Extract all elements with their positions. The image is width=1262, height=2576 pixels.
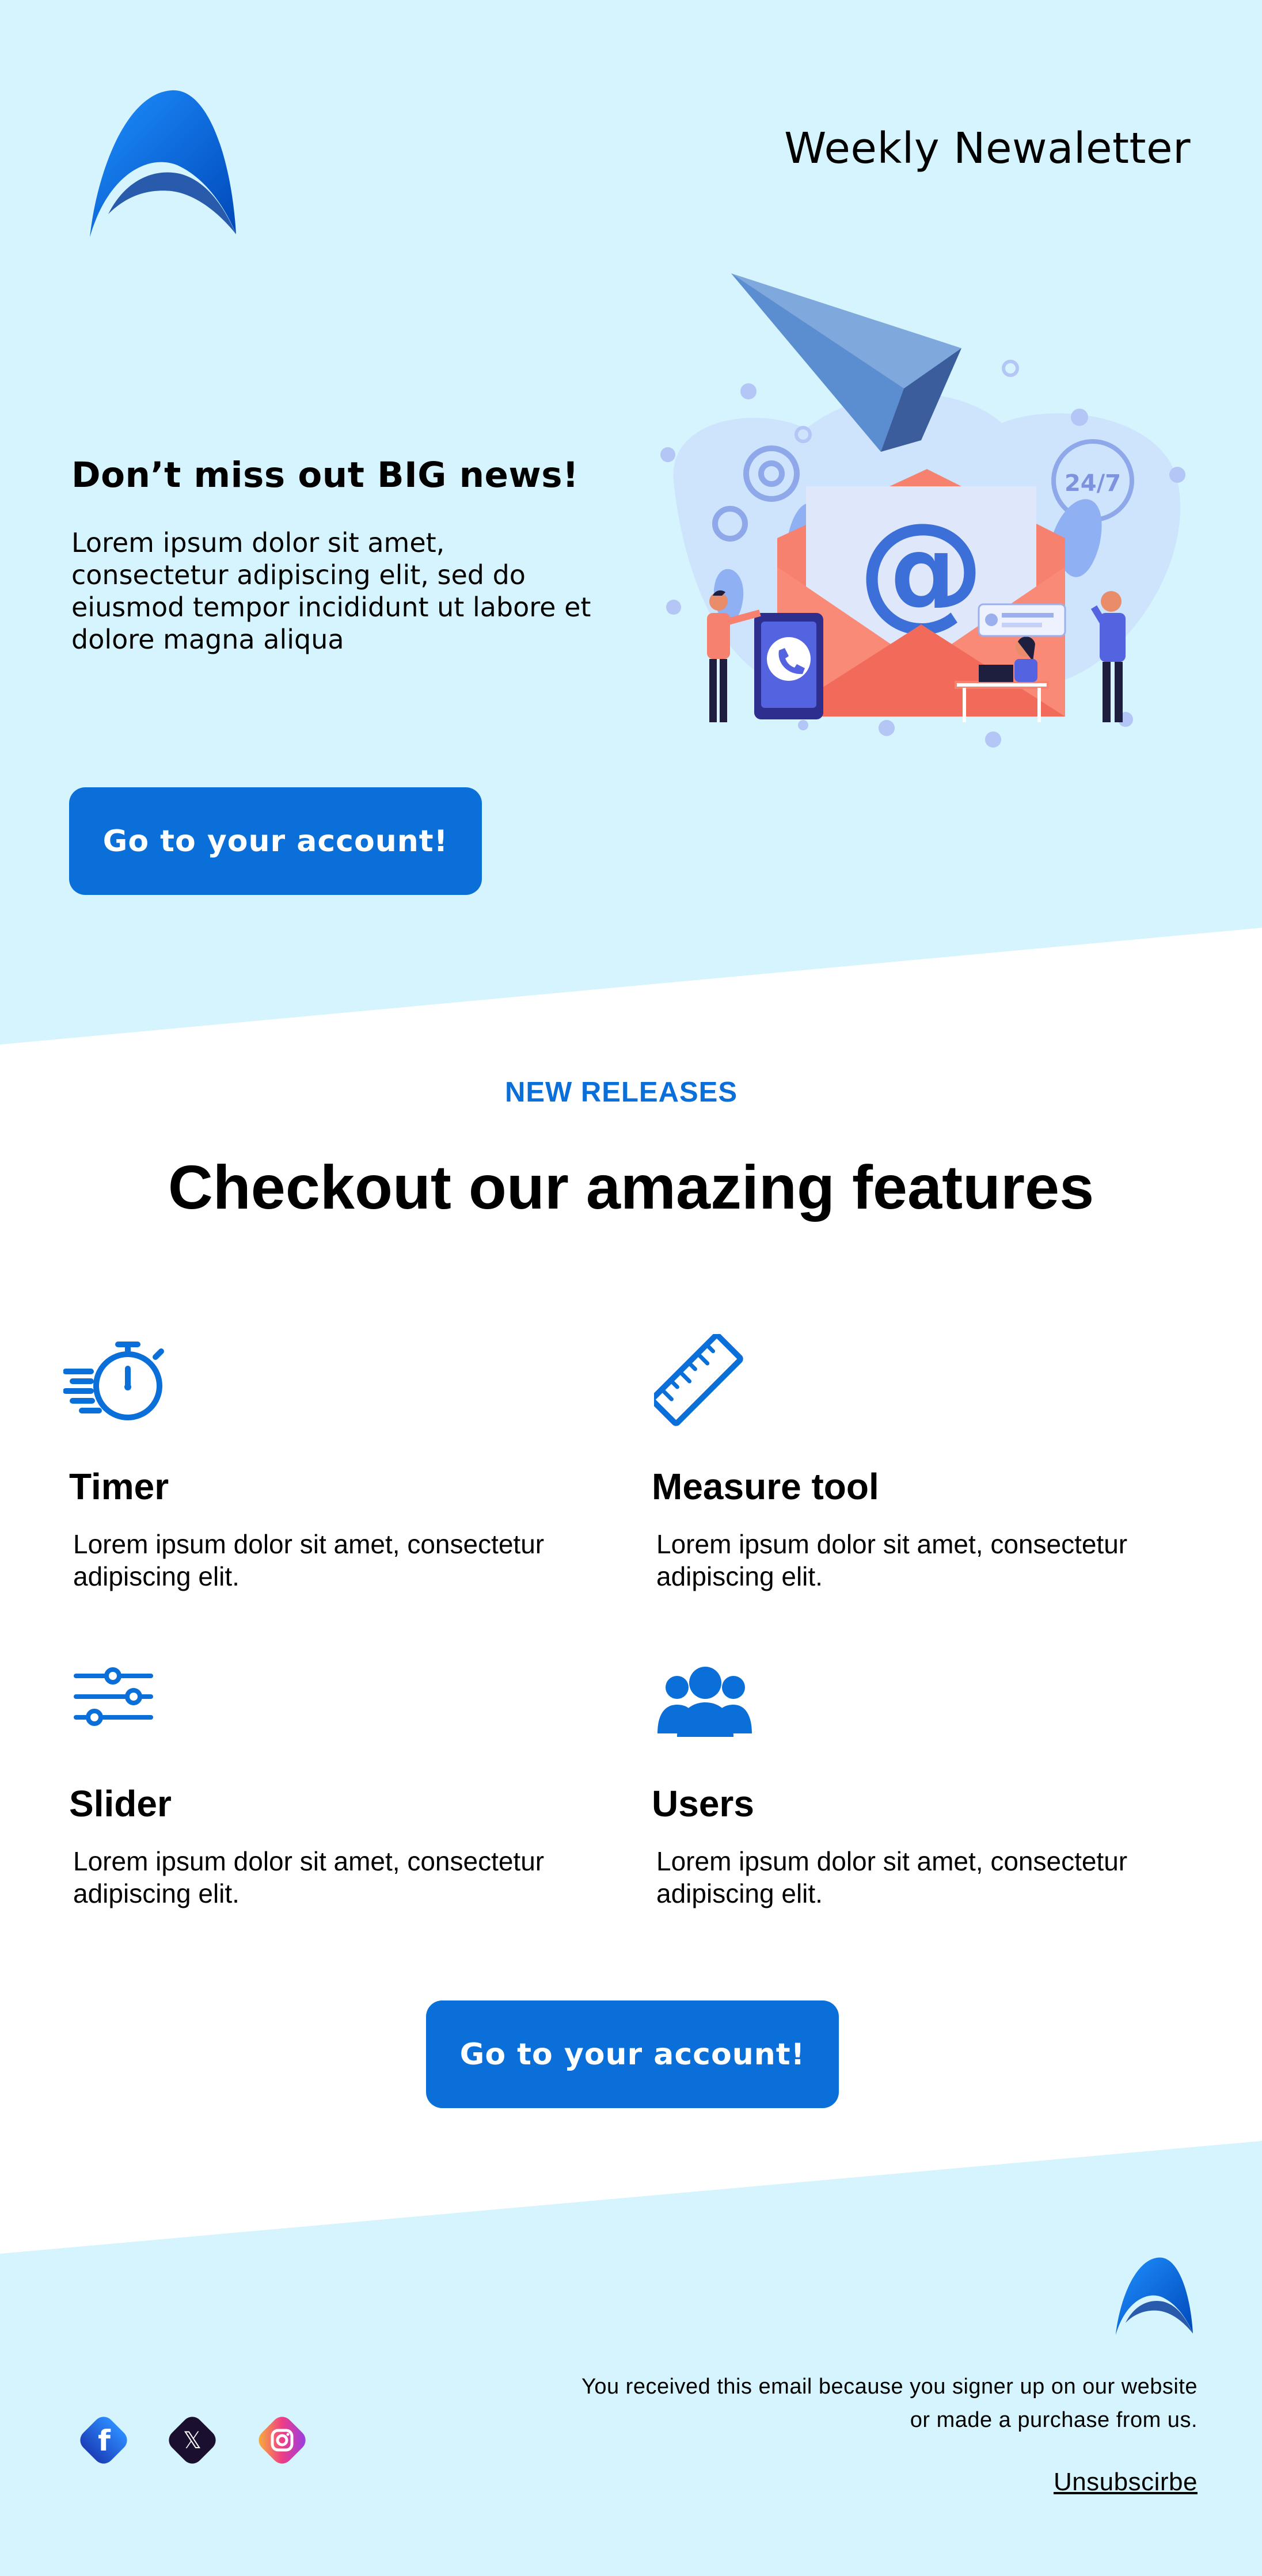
feature-desc-measure-tool: Lorem ipsum dolor sit amet, consectetur … xyxy=(656,1529,1128,1591)
section-heading: Checkout our amazing features xyxy=(168,1152,1094,1222)
footer-note: You received this email because you sign… xyxy=(581,2375,1198,2432)
users-icon xyxy=(657,1667,752,1737)
feature-desc-users: Lorem ipsum dolor sit amet, consectetur … xyxy=(656,1846,1128,1908)
hero-heading: Don’t miss out BIG news! xyxy=(71,455,579,496)
newsletter-title: Weekly Newaletter xyxy=(784,124,1191,173)
stopwatch-icon xyxy=(63,1342,164,1420)
feature-title-measure-tool: Measure tool xyxy=(652,1466,879,1507)
feature-title-timer: Timer xyxy=(69,1466,169,1507)
svg-text:f: f xyxy=(98,2424,111,2457)
svg-text:𝕏: 𝕏 xyxy=(183,2428,202,2454)
brand-logo xyxy=(90,90,236,237)
sliders-icon xyxy=(74,1667,153,1726)
go-to-account-button-features[interactable]: Go to your account! xyxy=(426,2000,839,2108)
feature-title-slider: Slider xyxy=(69,1783,172,1824)
footer-background xyxy=(0,2141,1262,2576)
facebook-icon[interactable]: f xyxy=(75,2411,132,2469)
go-to-account-button-hero[interactable]: Go to your account! xyxy=(69,787,482,895)
feature-title-users: Users xyxy=(652,1783,754,1824)
at-symbol: @ xyxy=(858,496,984,643)
section-eyebrow: NEW RELEASES xyxy=(504,1077,738,1108)
hero-text: Lorem ipsum dolor sit amet, consectetur … xyxy=(71,527,591,655)
unsubscribe-link[interactable]: Unsubscirbe xyxy=(1054,2468,1198,2497)
x-icon[interactable]: 𝕏 xyxy=(164,2411,221,2469)
brand-logo-footer xyxy=(1115,2257,1193,2335)
feature-desc-timer: Lorem ipsum dolor sit amet, consectetur … xyxy=(73,1529,545,1591)
instagram-icon[interactable] xyxy=(253,2411,311,2469)
badge-24-7: 24/7 xyxy=(1065,470,1121,497)
ruler-icon xyxy=(654,1334,743,1426)
email-illustration: 24/7 @ xyxy=(660,273,1185,748)
feature-desc-slider: Lorem ipsum dolor sit amet, consectetur … xyxy=(73,1846,545,1908)
